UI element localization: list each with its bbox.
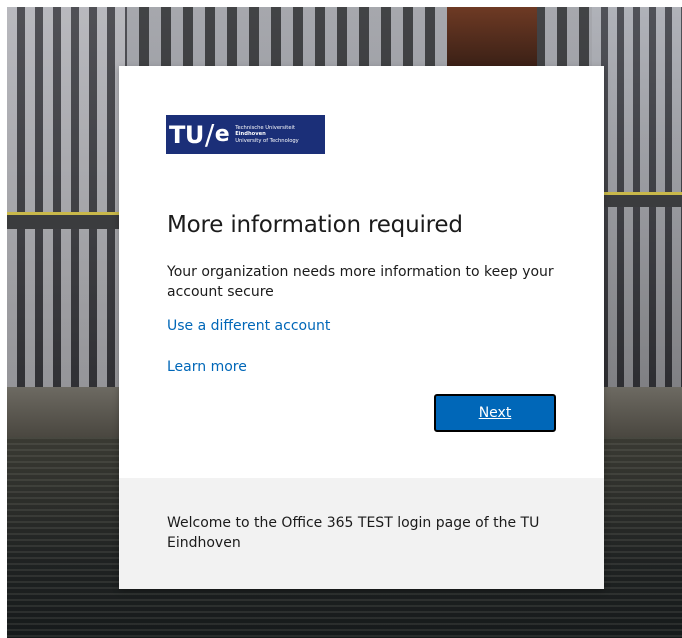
tue-logo-text: Technische Universiteit Eindhoven Univer…: [235, 125, 299, 145]
learn-more-link[interactable]: Learn more: [167, 359, 247, 375]
background-bridge-left: [7, 212, 127, 229]
background-bridge-right: [592, 192, 682, 207]
login-card: TU / e Technische Universiteit Eindhoven…: [119, 66, 604, 589]
next-button[interactable]: Next: [434, 394, 556, 432]
page-title: More information required: [167, 212, 463, 238]
tue-logo-slash: /: [204, 117, 214, 151]
tue-logo: TU / e Technische Universiteit Eindhoven…: [166, 115, 325, 154]
background-roof-accent: [447, 7, 537, 67]
login-card-main: TU / e Technische Universiteit Eindhoven…: [119, 66, 604, 478]
tue-logo-e: e: [214, 121, 230, 147]
login-card-footer: Welcome to the Office 365 TEST login pag…: [119, 478, 604, 589]
background-building-right: [592, 7, 682, 427]
tue-logo-tu: TU: [169, 120, 204, 149]
tue-logo-line3: University of Technology: [235, 137, 299, 144]
use-different-account-link[interactable]: Use a different account: [167, 318, 330, 334]
tue-logo-mark: TU / e: [169, 117, 230, 151]
background-building-left: [7, 7, 127, 407]
footer-welcome-text: Welcome to the Office 365 TEST login pag…: [167, 515, 540, 551]
page-description: Your organization needs more information…: [167, 264, 554, 300]
